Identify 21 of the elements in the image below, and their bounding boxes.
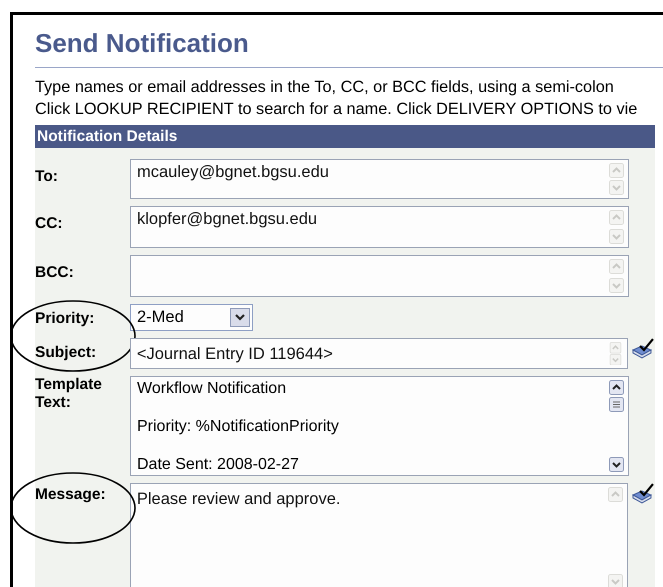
scroll-thumb-icon[interactable]: [609, 397, 624, 412]
section-header: Notification Details: [35, 125, 655, 148]
template-text-area[interactable]: Workflow Notification Priority: %NotificationPriority Date Sent: 2008-02-27: [130, 376, 629, 476]
field-label: Priority:: [35, 309, 96, 329]
scroll-up-icon[interactable]: [609, 380, 624, 395]
template-line: Date Sent: 2008-02-27: [137, 455, 300, 474]
field-label: Template Text:: [35, 376, 103, 413]
scroll-down-icon[interactable]: [609, 457, 624, 472]
field-label: Message:: [35, 485, 107, 505]
instruction-text: Type names or email addresses in the To, CC, or BCC fields, using a semi-colon: [35, 77, 615, 98]
template-line: Workflow Notification: [137, 379, 288, 398]
template-line: Priority: %NotificationPriority: [137, 417, 340, 436]
field-label: CC:: [35, 214, 64, 234]
spellcheck-book-icon[interactable]: [631, 338, 655, 360]
priority-dropdown[interactable]: 2-Med: [130, 304, 253, 331]
field-label: BCC:: [35, 263, 75, 283]
page-title: Send Notification: [35, 15, 663, 68]
field-label: Subject:: [35, 343, 98, 363]
instruction-text: Click LOOKUP RECIPIENT to search for a name. Click DELIVERY OPTIONS to vie: [35, 99, 638, 120]
spellcheck-book-icon[interactable]: [631, 483, 655, 505]
field-label: To:: [35, 167, 59, 187]
